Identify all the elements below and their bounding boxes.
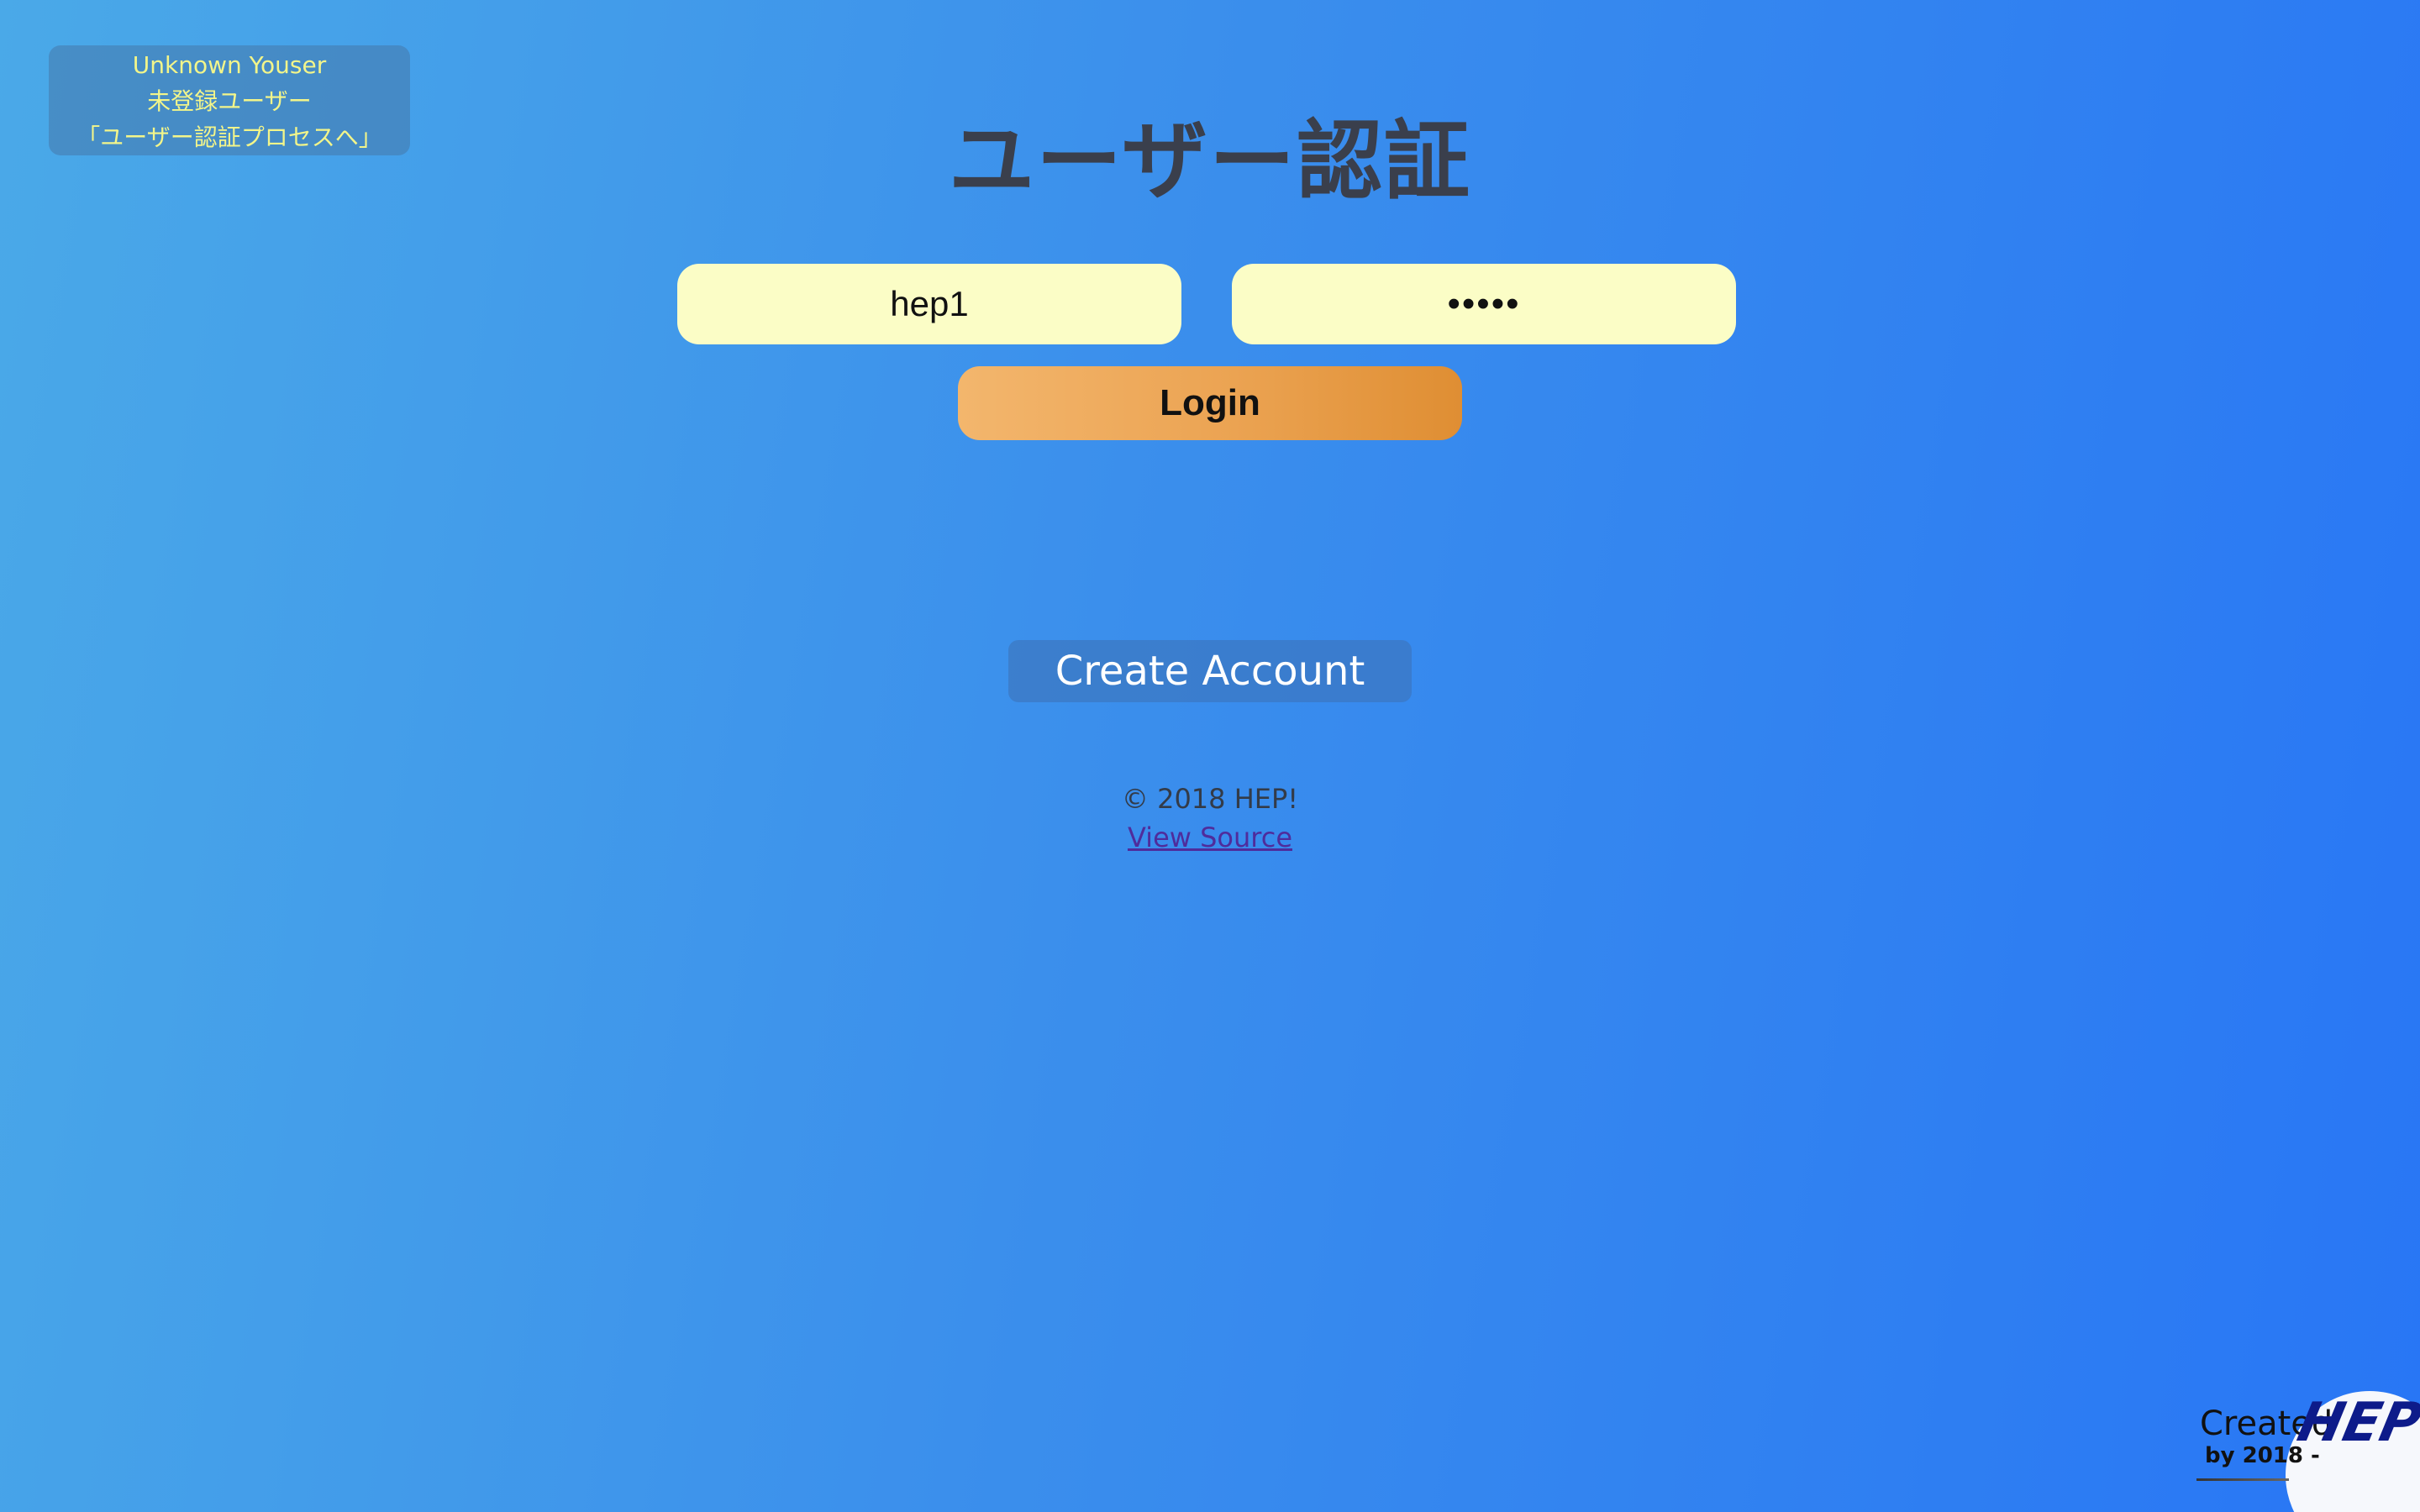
hep-logo-mark: HEP! (2292, 1392, 2420, 1454)
login-button[interactable]: Login (958, 366, 1462, 440)
password-input[interactable] (1232, 264, 1736, 344)
create-account-button[interactable]: Create Account (1008, 640, 1412, 702)
logo-underline (2196, 1478, 2289, 1481)
copyright-text: © 2018 HEP! (1121, 783, 1299, 815)
created-by-logo: Created by 2018 - HEP! (2193, 1386, 2420, 1512)
footer: © 2018 HEP! View Source (0, 780, 2420, 857)
user-name-en: Unknown Youser (132, 51, 327, 79)
username-input[interactable] (677, 264, 1181, 344)
page-title: ユーザー認証 (949, 112, 1471, 212)
view-source-link[interactable]: View Source (1128, 822, 1292, 853)
